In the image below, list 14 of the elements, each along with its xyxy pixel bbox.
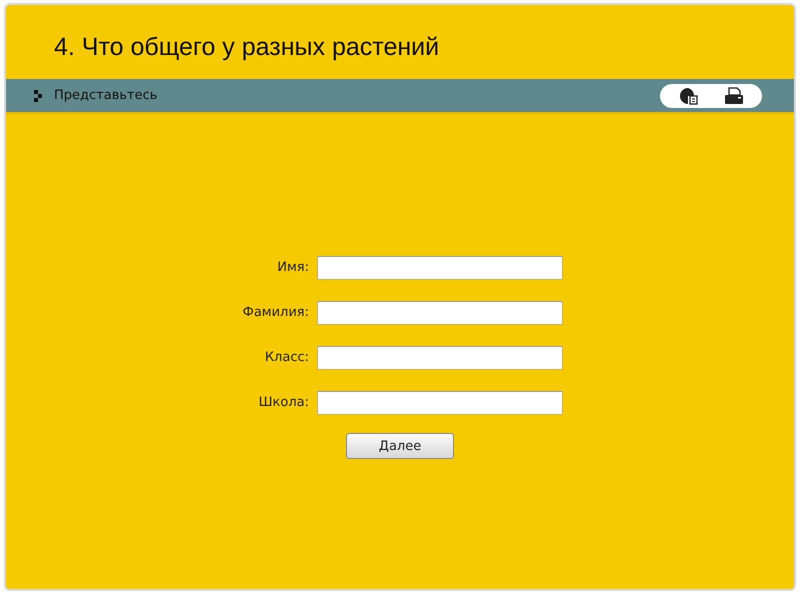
field-label: Класс: (264, 350, 309, 365)
field-label: Имя: (276, 260, 309, 275)
section-label: Представьтесь (54, 88, 158, 103)
globe-document-icon[interactable] (678, 86, 698, 104)
field-label: Фамилия: (242, 305, 309, 320)
next-button[interactable]: Далее (346, 433, 454, 459)
input-field[interactable] (317, 256, 563, 280)
field-label: Школа: (258, 395, 309, 410)
bullet-icon (34, 90, 42, 102)
printer-icon[interactable] (724, 86, 744, 104)
page-title: 4. Что общего у разных растений (53, 32, 440, 63)
input-field[interactable] (317, 346, 563, 370)
input-field[interactable] (317, 300, 563, 324)
input-field[interactable] (317, 390, 563, 414)
